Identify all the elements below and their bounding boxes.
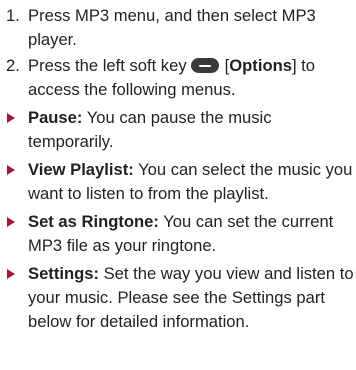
triangle-bullet-icon (7, 269, 15, 279)
triangle-bullet-icon (7, 217, 15, 227)
list-item-settings: Settings: Set the way you view and liste… (0, 262, 356, 334)
menu-options-list: Pause: You can pause the music temporari… (0, 106, 356, 334)
item-term: Settings: (28, 264, 99, 283)
item-term: Pause: (28, 108, 83, 127)
step-number: 2. (6, 56, 20, 75)
list-item-set-as-ringtone: Set as Ringtone: You can set the current… (0, 210, 356, 258)
triangle-bullet-icon (7, 113, 15, 123)
list-item-view-playlist: View Playlist: You can select the music … (0, 158, 356, 206)
item-term: View Playlist: (28, 160, 134, 179)
left-soft-key-icon (190, 58, 219, 73)
list-item-pause: Pause: You can pause the music temporari… (0, 106, 356, 154)
step-number: 1. (6, 6, 20, 25)
options-term: Options (229, 56, 292, 75)
step-2: 2. Press the left soft key [Options] to a… (0, 54, 356, 102)
instruction-page: 1. Press MP3 menu, and then select MP3 p… (0, 4, 356, 338)
step-text-before-key: Press the left soft key (28, 56, 187, 75)
triangle-bullet-icon (7, 165, 15, 175)
item-term: Set as Ringtone: (28, 212, 159, 231)
step-text: Press MP3 menu, and then select MP3 play… (28, 6, 316, 49)
step-1: 1. Press MP3 menu, and then select MP3 p… (0, 4, 356, 52)
